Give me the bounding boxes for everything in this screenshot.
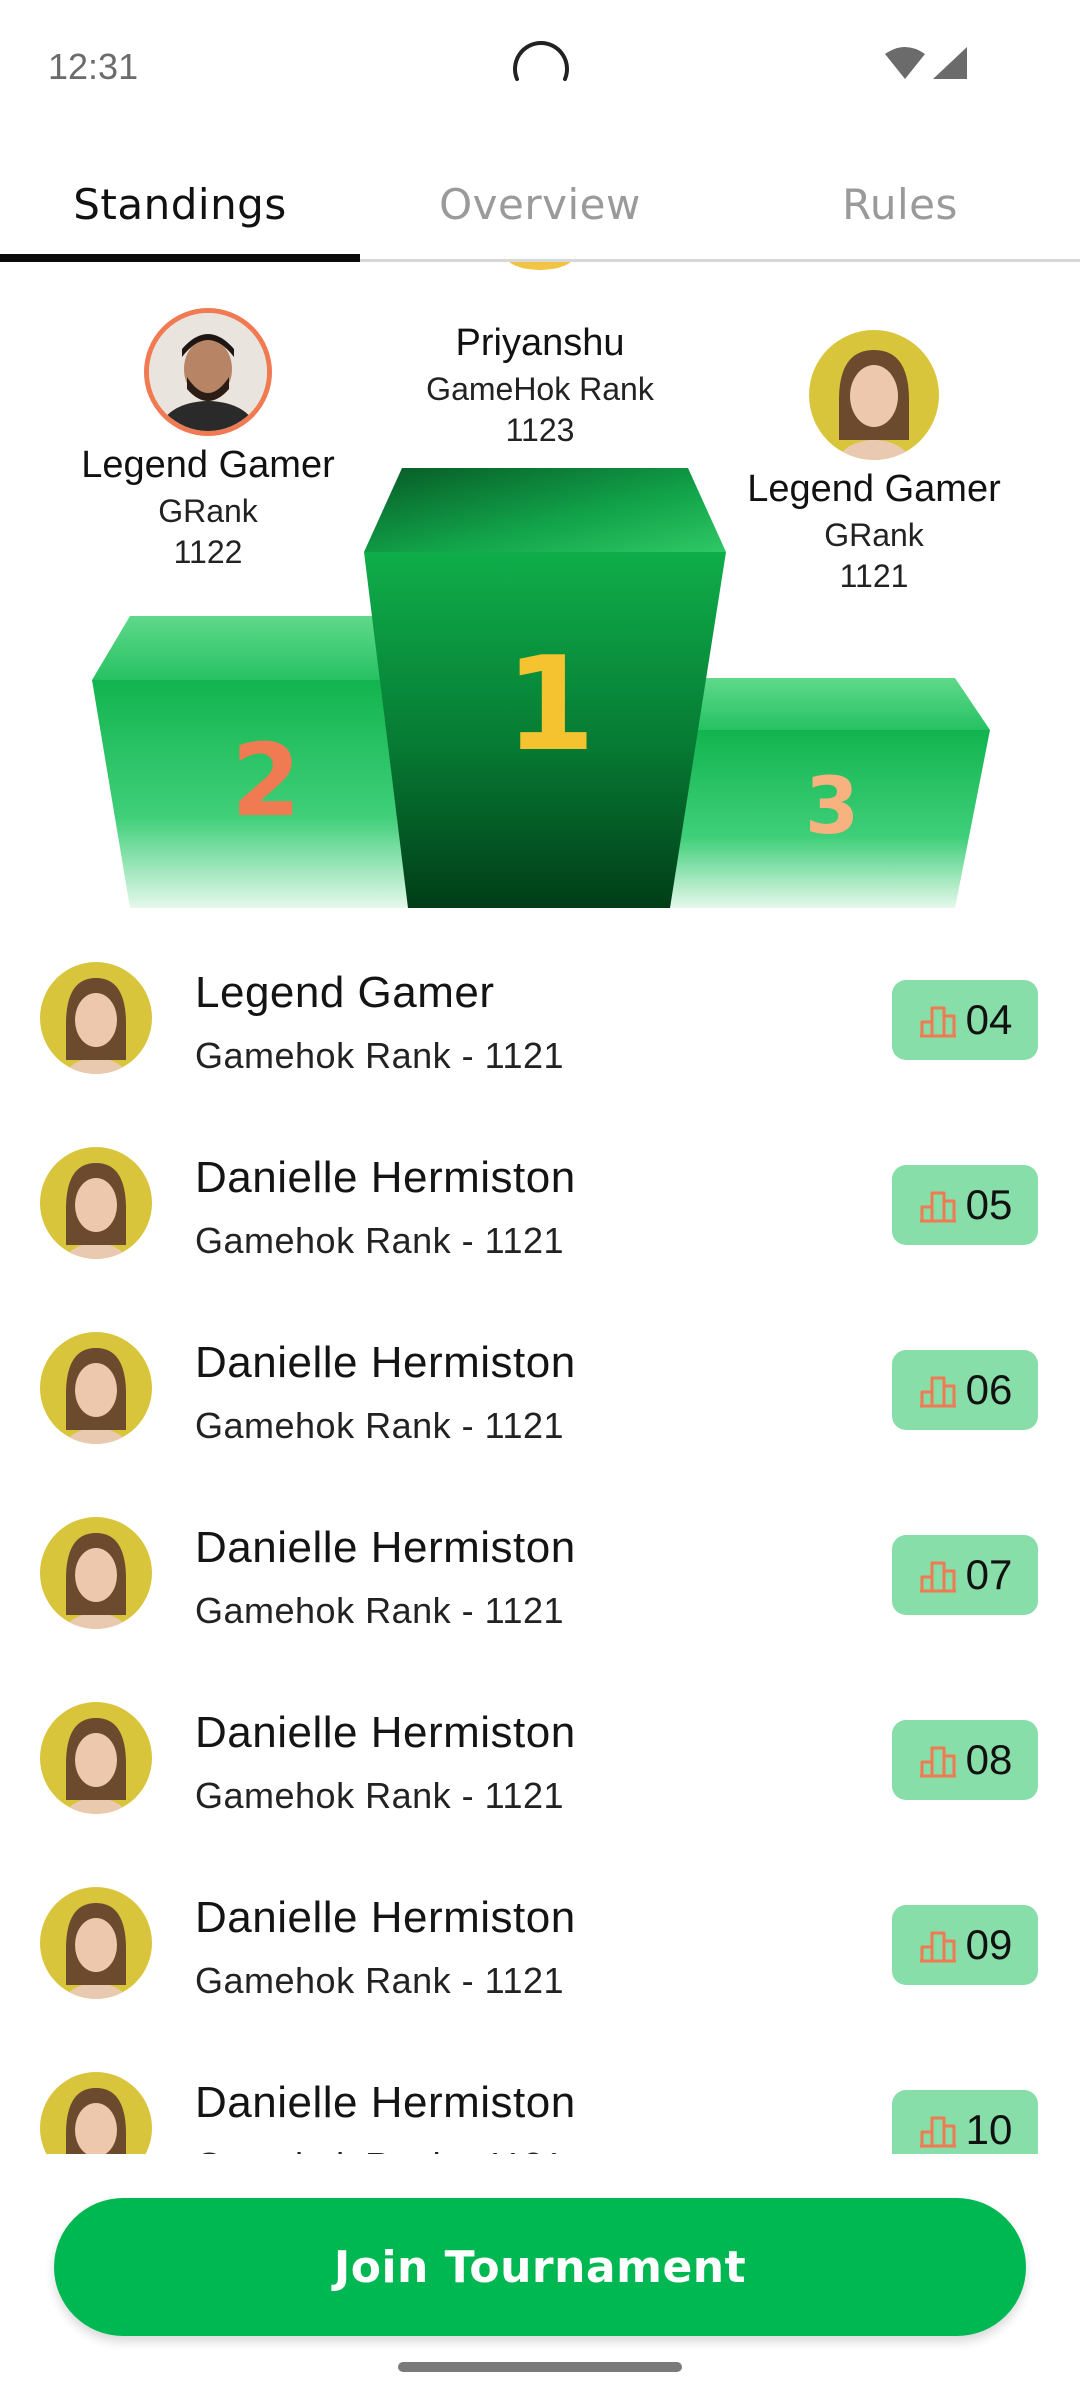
position-number: 09 [965,1921,1013,1968]
leaderboard-icon [919,1006,956,1038]
player-rank: Gamehok Rank - 1121 [195,1960,565,2001]
avatar [40,1332,152,1444]
list-item[interactable]: Legend Gamer Gamehok Rank - 1121 04 [0,908,1080,1093]
player-rank: Gamehok Rank - 1121 [195,1035,565,1076]
status-icons [884,46,968,80]
podium-place-3: 3 [804,762,860,852]
tab-standings[interactable]: Standings [0,150,360,262]
avatar [40,962,152,1074]
player-rank: Gamehok Rank - 1121 [195,1590,565,1631]
player-name: Danielle Hermiston [195,1708,576,1757]
player-name: Danielle Hermiston [195,1523,576,1572]
leaderboard-icon [919,1561,956,1593]
position-number: 08 [965,1736,1013,1783]
position-number: 04 [965,996,1013,1043]
player-rank: Gamehok Rank - 1121 [195,2145,564,2154]
position-number: 07 [965,1551,1013,1598]
position-badge: 07 [892,1535,1038,1615]
tab-overview[interactable]: Overview [360,150,720,259]
leaderboard-icon [919,1191,956,1223]
third-place-name: Legend Gamer [747,468,1001,510]
position-number: 10 [965,2106,1013,2153]
player-name: Legend Gamer [195,968,495,1017]
position-badge: 10 [892,2090,1038,2154]
status-bar: 12:31 [0,0,1080,140]
position-badge: 09 [892,1905,1038,1985]
list-item[interactable]: Danielle Hermiston Gamehok Rank - 1121 06 [0,1278,1080,1463]
first-place-player[interactable]: Priyanshu GameHok Rank 1123 [370,322,710,449]
avatar [40,1702,152,1814]
second-place-avatar [144,308,272,436]
player-rank: Gamehok Rank - 1121 [195,1405,565,1446]
join-tournament-label: Join Tournament [333,2241,747,2293]
signal-icon [933,47,967,79]
third-place-rank-label: GRank [824,517,924,553]
join-tournament-button[interactable]: Join Tournament [54,2198,1026,2336]
position-number: 05 [965,1181,1013,1228]
tab-rules[interactable]: Rules [720,150,1080,259]
podium-place-1: 1 [505,628,596,780]
list-item[interactable]: Danielle Hermiston Gamehok Rank - 1121 10 [0,2018,1080,2154]
leaderboard-icon [919,2116,956,2148]
position-number: 06 [965,1366,1013,1413]
leaderboard-icon [919,1931,956,1963]
player-name: Danielle Hermiston [195,1338,576,1387]
second-place-player[interactable]: Legend Gamer GRank 1122 [40,308,376,571]
third-place-player[interactable]: Legend Gamer GRank 1121 [712,330,1036,595]
position-badge: 05 [892,1165,1038,1245]
standings-list[interactable]: Legend Gamer Gamehok Rank - 1121 04 Daniell… [0,908,1080,2154]
player-name: Danielle Hermiston [195,1893,576,1942]
wifi-icon [885,47,925,79]
position-badge: 06 [892,1350,1038,1430]
first-place-rank-value: 1123 [505,412,575,448]
podium-place-2: 2 [231,722,301,839]
player-rank: Gamehok Rank - 1121 [195,1220,565,1261]
second-place-name: Legend Gamer [81,444,335,486]
podium-section: 1 2 3 Priyanshu GameHok Rank 1123 Legend… [0,262,1080,908]
list-item[interactable]: Danielle Hermiston Gamehok Rank - 1121 07 [0,1463,1080,1648]
player-rank: Gamehok Rank - 1121 [195,1775,565,1816]
list-item[interactable]: Danielle Hermiston Gamehok Rank - 1121 05 [0,1093,1080,1278]
third-place-rank-value: 1121 [839,558,909,594]
avatar [40,1517,152,1629]
leaderboard-icon [919,1376,956,1408]
position-badge: 04 [892,980,1038,1060]
leaderboard-icon [919,1746,956,1778]
first-place-rank-label: GameHok Rank [426,371,654,407]
list-item[interactable]: Danielle Hermiston Gamehok Rank - 1121 08 [0,1648,1080,1833]
avatar [40,2072,152,2154]
position-badge: 08 [892,1720,1038,1800]
loading-spinner-icon [513,41,569,81]
third-place-avatar [809,330,939,460]
second-place-rank-label: GRank [158,493,258,529]
status-time: 12:31 [48,46,139,87]
player-name: Danielle Hermiston [195,1153,576,1202]
list-item[interactable]: Danielle Hermiston Gamehok Rank - 1121 09 [0,1833,1080,2018]
home-indicator[interactable] [398,2362,682,2372]
avatar [40,1147,152,1259]
tab-bar: Standings Overview Rules [0,150,1080,262]
first-place-name: Priyanshu [455,322,625,364]
player-name: Danielle Hermiston [195,2078,576,2127]
second-place-rank-value: 1122 [173,534,243,570]
avatar [40,1887,152,1999]
